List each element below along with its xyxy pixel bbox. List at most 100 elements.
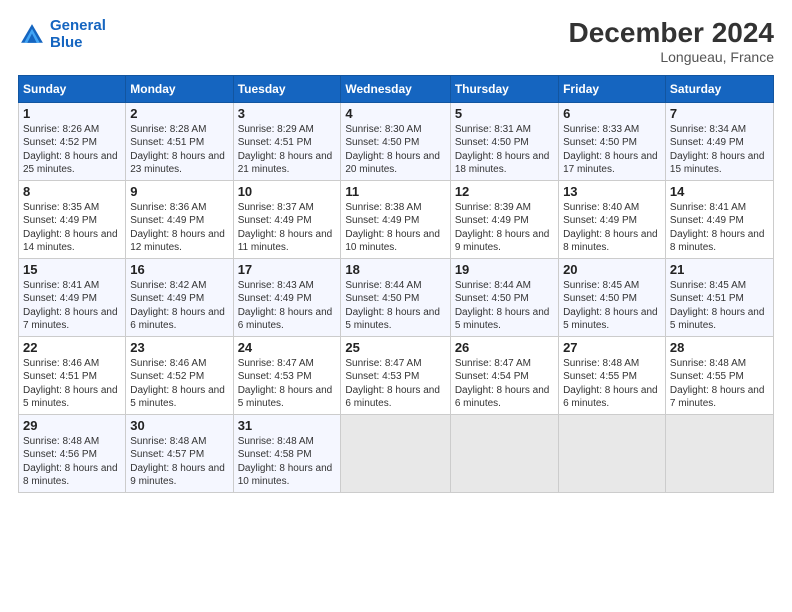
calendar-header: Sunday Monday Tuesday Wednesday Thursday… xyxy=(19,75,774,102)
calendar-cell xyxy=(665,414,773,492)
day-number: 24 xyxy=(238,340,337,355)
calendar-cell: 1 Sunrise: 8:26 AM Sunset: 4:52 PM Dayli… xyxy=(19,102,126,180)
cell-info: Sunrise: 8:44 AM Sunset: 4:50 PM Dayligh… xyxy=(345,279,445,333)
calendar-week-3: 15 Sunrise: 8:41 AM Sunset: 4:49 PM Dayl… xyxy=(19,258,774,336)
col-wednesday: Wednesday xyxy=(341,75,450,102)
day-number: 28 xyxy=(670,340,769,355)
cell-info: Sunrise: 8:42 AM Sunset: 4:49 PM Dayligh… xyxy=(130,279,228,333)
cell-info: Sunrise: 8:26 AM Sunset: 4:52 PM Dayligh… xyxy=(23,123,121,177)
cell-info: Sunrise: 8:47 AM Sunset: 4:53 PM Dayligh… xyxy=(238,357,337,411)
day-number: 14 xyxy=(670,184,769,199)
calendar-cell: 5 Sunrise: 8:31 AM Sunset: 4:50 PM Dayli… xyxy=(450,102,558,180)
cell-info: Sunrise: 8:46 AM Sunset: 4:51 PM Dayligh… xyxy=(23,357,121,411)
cell-info: Sunrise: 8:41 AM Sunset: 4:49 PM Dayligh… xyxy=(23,279,121,333)
day-number: 19 xyxy=(455,262,554,277)
calendar-subtitle: Longueau, France xyxy=(569,49,774,65)
header-row: Sunday Monday Tuesday Wednesday Thursday… xyxy=(19,75,774,102)
calendar-cell: 3 Sunrise: 8:29 AM Sunset: 4:51 PM Dayli… xyxy=(233,102,341,180)
calendar-cell: 21 Sunrise: 8:45 AM Sunset: 4:51 PM Dayl… xyxy=(665,258,773,336)
calendar-cell: 18 Sunrise: 8:44 AM Sunset: 4:50 PM Dayl… xyxy=(341,258,450,336)
cell-info: Sunrise: 8:39 AM Sunset: 4:49 PM Dayligh… xyxy=(455,201,554,255)
day-number: 16 xyxy=(130,262,228,277)
day-number: 4 xyxy=(345,106,445,121)
cell-info: Sunrise: 8:45 AM Sunset: 4:51 PM Dayligh… xyxy=(670,279,769,333)
calendar-cell: 30 Sunrise: 8:48 AM Sunset: 4:57 PM Dayl… xyxy=(126,414,233,492)
day-number: 23 xyxy=(130,340,228,355)
logo: General Blue xyxy=(18,18,106,51)
calendar-cell: 8 Sunrise: 8:35 AM Sunset: 4:49 PM Dayli… xyxy=(19,180,126,258)
logo-icon xyxy=(18,21,46,49)
cell-info: Sunrise: 8:37 AM Sunset: 4:49 PM Dayligh… xyxy=(238,201,337,255)
day-number: 13 xyxy=(563,184,661,199)
col-friday: Friday xyxy=(559,75,666,102)
calendar-cell: 29 Sunrise: 8:48 AM Sunset: 4:56 PM Dayl… xyxy=(19,414,126,492)
cell-info: Sunrise: 8:29 AM Sunset: 4:51 PM Dayligh… xyxy=(238,123,337,177)
day-number: 29 xyxy=(23,418,121,433)
calendar-week-1: 1 Sunrise: 8:26 AM Sunset: 4:52 PM Dayli… xyxy=(19,102,774,180)
cell-info: Sunrise: 8:48 AM Sunset: 4:55 PM Dayligh… xyxy=(670,357,769,411)
col-saturday: Saturday xyxy=(665,75,773,102)
day-number: 31 xyxy=(238,418,337,433)
calendar-cell: 20 Sunrise: 8:45 AM Sunset: 4:50 PM Dayl… xyxy=(559,258,666,336)
calendar-cell: 22 Sunrise: 8:46 AM Sunset: 4:51 PM Dayl… xyxy=(19,336,126,414)
day-number: 7 xyxy=(670,106,769,121)
cell-info: Sunrise: 8:43 AM Sunset: 4:49 PM Dayligh… xyxy=(238,279,337,333)
calendar-cell: 28 Sunrise: 8:48 AM Sunset: 4:55 PM Dayl… xyxy=(665,336,773,414)
calendar-week-4: 22 Sunrise: 8:46 AM Sunset: 4:51 PM Dayl… xyxy=(19,336,774,414)
calendar-cell: 26 Sunrise: 8:47 AM Sunset: 4:54 PM Dayl… xyxy=(450,336,558,414)
cell-info: Sunrise: 8:44 AM Sunset: 4:50 PM Dayligh… xyxy=(455,279,554,333)
calendar-cell: 12 Sunrise: 8:39 AM Sunset: 4:49 PM Dayl… xyxy=(450,180,558,258)
col-monday: Monday xyxy=(126,75,233,102)
day-number: 9 xyxy=(130,184,228,199)
calendar-cell: 15 Sunrise: 8:41 AM Sunset: 4:49 PM Dayl… xyxy=(19,258,126,336)
cell-info: Sunrise: 8:28 AM Sunset: 4:51 PM Dayligh… xyxy=(130,123,228,177)
cell-info: Sunrise: 8:47 AM Sunset: 4:53 PM Dayligh… xyxy=(345,357,445,411)
cell-info: Sunrise: 8:40 AM Sunset: 4:49 PM Dayligh… xyxy=(563,201,661,255)
day-number: 12 xyxy=(455,184,554,199)
day-number: 27 xyxy=(563,340,661,355)
calendar-cell: 25 Sunrise: 8:47 AM Sunset: 4:53 PM Dayl… xyxy=(341,336,450,414)
calendar-week-2: 8 Sunrise: 8:35 AM Sunset: 4:49 PM Dayli… xyxy=(19,180,774,258)
day-number: 25 xyxy=(345,340,445,355)
calendar-cell: 27 Sunrise: 8:48 AM Sunset: 4:55 PM Dayl… xyxy=(559,336,666,414)
cell-info: Sunrise: 8:48 AM Sunset: 4:58 PM Dayligh… xyxy=(238,435,337,489)
day-number: 22 xyxy=(23,340,121,355)
calendar-cell: 11 Sunrise: 8:38 AM Sunset: 4:49 PM Dayl… xyxy=(341,180,450,258)
title-block: December 2024 Longueau, France xyxy=(569,18,774,65)
calendar-body: 1 Sunrise: 8:26 AM Sunset: 4:52 PM Dayli… xyxy=(19,102,774,492)
day-number: 3 xyxy=(238,106,337,121)
cell-info: Sunrise: 8:41 AM Sunset: 4:49 PM Dayligh… xyxy=(670,201,769,255)
day-number: 26 xyxy=(455,340,554,355)
cell-info: Sunrise: 8:35 AM Sunset: 4:49 PM Dayligh… xyxy=(23,201,121,255)
col-thursday: Thursday xyxy=(450,75,558,102)
cell-info: Sunrise: 8:34 AM Sunset: 4:49 PM Dayligh… xyxy=(670,123,769,177)
cell-info: Sunrise: 8:45 AM Sunset: 4:50 PM Dayligh… xyxy=(563,279,661,333)
calendar-cell: 7 Sunrise: 8:34 AM Sunset: 4:49 PM Dayli… xyxy=(665,102,773,180)
day-number: 8 xyxy=(23,184,121,199)
cell-info: Sunrise: 8:38 AM Sunset: 4:49 PM Dayligh… xyxy=(345,201,445,255)
calendar-cell: 9 Sunrise: 8:36 AM Sunset: 4:49 PM Dayli… xyxy=(126,180,233,258)
day-number: 11 xyxy=(345,184,445,199)
calendar-table: Sunday Monday Tuesday Wednesday Thursday… xyxy=(18,75,774,493)
calendar-cell: 17 Sunrise: 8:43 AM Sunset: 4:49 PM Dayl… xyxy=(233,258,341,336)
day-number: 10 xyxy=(238,184,337,199)
calendar-cell: 19 Sunrise: 8:44 AM Sunset: 4:50 PM Dayl… xyxy=(450,258,558,336)
cell-info: Sunrise: 8:46 AM Sunset: 4:52 PM Dayligh… xyxy=(130,357,228,411)
day-number: 2 xyxy=(130,106,228,121)
cell-info: Sunrise: 8:48 AM Sunset: 4:55 PM Dayligh… xyxy=(563,357,661,411)
calendar-cell: 31 Sunrise: 8:48 AM Sunset: 4:58 PM Dayl… xyxy=(233,414,341,492)
logo-text: General Blue xyxy=(50,18,106,51)
calendar-cell: 10 Sunrise: 8:37 AM Sunset: 4:49 PM Dayl… xyxy=(233,180,341,258)
day-number: 6 xyxy=(563,106,661,121)
day-number: 15 xyxy=(23,262,121,277)
cell-info: Sunrise: 8:48 AM Sunset: 4:56 PM Dayligh… xyxy=(23,435,121,489)
day-number: 20 xyxy=(563,262,661,277)
calendar-cell: 14 Sunrise: 8:41 AM Sunset: 4:49 PM Dayl… xyxy=(665,180,773,258)
day-number: 21 xyxy=(670,262,769,277)
calendar-title: December 2024 xyxy=(569,18,774,49)
calendar-cell: 13 Sunrise: 8:40 AM Sunset: 4:49 PM Dayl… xyxy=(559,180,666,258)
cell-info: Sunrise: 8:31 AM Sunset: 4:50 PM Dayligh… xyxy=(455,123,554,177)
col-tuesday: Tuesday xyxy=(233,75,341,102)
cell-info: Sunrise: 8:48 AM Sunset: 4:57 PM Dayligh… xyxy=(130,435,228,489)
calendar-cell xyxy=(450,414,558,492)
